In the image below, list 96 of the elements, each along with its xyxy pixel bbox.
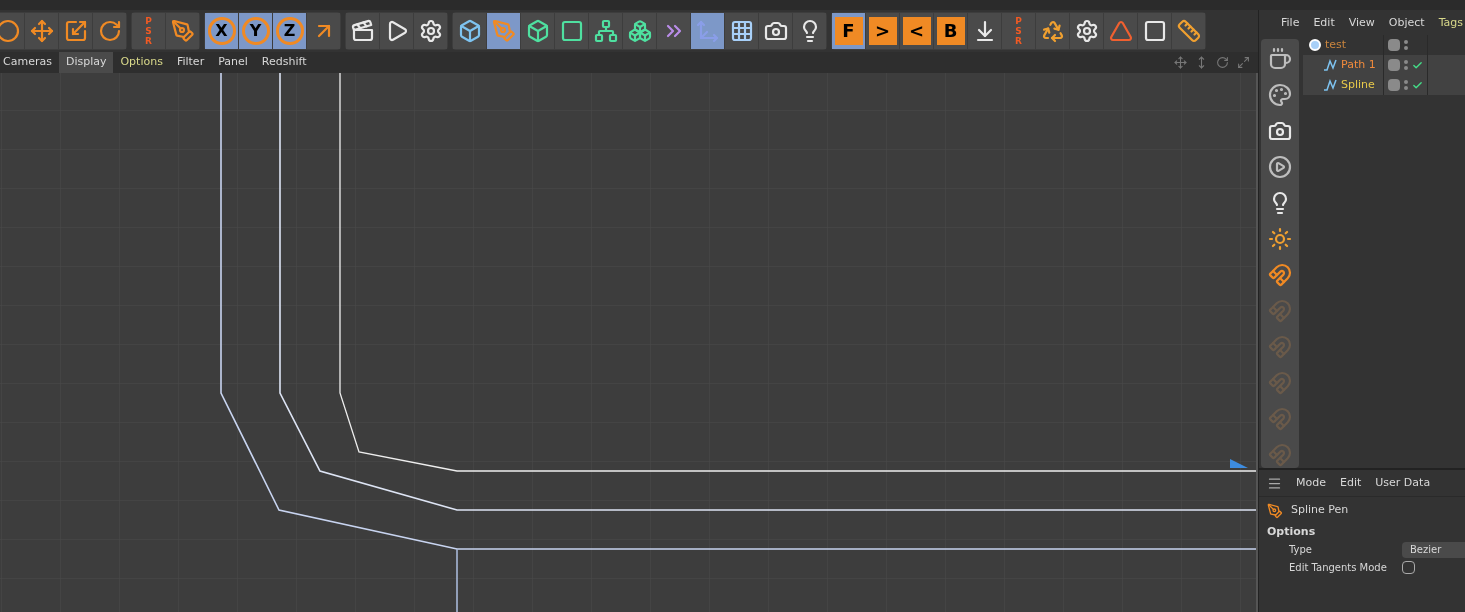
recycle-icon — [1040, 19, 1065, 43]
spline-icon — [1323, 59, 1337, 71]
viewport-menu-item[interactable]: Options — [113, 52, 170, 73]
field-label: Edit Tangents Mode — [1289, 561, 1388, 575]
null-object-icon — [1309, 39, 1321, 51]
menu-icon[interactable] — [1267, 475, 1282, 491]
toolbar-button[interactable] — [968, 13, 1001, 49]
viewport-menu-item[interactable]: Panel — [211, 52, 255, 73]
toolbar-button[interactable]: B — [934, 13, 967, 49]
triangle-icon — [1108, 19, 1133, 43]
edit-toggle-icon[interactable] — [1388, 59, 1400, 71]
toolbar-button[interactable]: < — [900, 13, 933, 49]
viewport-menu-item[interactable]: Cameras — [0, 52, 59, 73]
object-row[interactable]: Path 1 — [1303, 55, 1465, 75]
object-name: test — [1325, 36, 1347, 53]
cube-icon — [457, 19, 482, 43]
menu-item[interactable]: Edit — [1340, 474, 1362, 492]
menu-item[interactable]: File — [1281, 14, 1300, 32]
menu-item[interactable]: Tags — [1438, 14, 1464, 32]
field-label: Type — [1289, 543, 1313, 557]
gear-icon — [1074, 19, 1099, 43]
toolbar-button[interactable] — [793, 13, 826, 49]
clapperboard-icon — [350, 19, 375, 43]
menu-item[interactable]: Edit — [1313, 14, 1335, 32]
toolbar-button[interactable] — [453, 13, 486, 49]
toolbar-button[interactable]: > — [866, 13, 899, 49]
visibility-dots-icon[interactable] — [1404, 80, 1408, 90]
toolbar-button[interactable] — [414, 13, 447, 49]
spline-icon — [1323, 79, 1337, 91]
toolbar-button[interactable] — [1172, 13, 1205, 49]
edit-toggle-icon[interactable] — [1388, 79, 1400, 91]
menu-item[interactable]: Mode — [1296, 474, 1326, 492]
cube-icon — [525, 19, 550, 43]
maximize-icon[interactable] — [1237, 56, 1250, 69]
menu-item[interactable]: Object — [1388, 14, 1425, 32]
sun-icon[interactable] — [1268, 227, 1292, 251]
cubes-icon — [627, 19, 652, 43]
frame-icon — [559, 19, 584, 43]
toolbar-button[interactable]: F — [832, 13, 865, 49]
visibility-dots-icon[interactable] — [1404, 60, 1408, 70]
toolbar-button[interactable] — [380, 13, 413, 49]
toolbar-button[interactable] — [25, 13, 58, 49]
toolbar-button[interactable] — [166, 13, 199, 49]
nodes-icon — [593, 19, 618, 43]
menu-item[interactable]: User Data — [1375, 474, 1431, 492]
toolbar-button[interactable] — [657, 13, 690, 49]
move-icon — [29, 19, 54, 43]
camera-icon — [763, 19, 788, 43]
rotate-view-icon[interactable] — [1216, 56, 1229, 69]
toolbar-button[interactable] — [307, 13, 340, 49]
ruler-icon — [1176, 19, 1201, 43]
viewport-menu-item[interactable]: Filter — [169, 52, 212, 73]
toolbar-button[interactable] — [346, 13, 379, 49]
scale-icon — [63, 19, 88, 43]
viewport-menu-item[interactable]: Redshift — [254, 52, 314, 73]
checkbox[interactable] — [1402, 561, 1415, 574]
tool-name: Spline Pen — [1291, 502, 1349, 519]
palette-icon[interactable] — [1268, 83, 1292, 107]
object-name: Spline — [1341, 76, 1375, 93]
direction-arrow-icon — [1230, 459, 1248, 468]
camera-icon[interactable] — [1268, 119, 1292, 143]
toolbar-button[interactable] — [59, 13, 92, 49]
gear-icon — [418, 19, 443, 43]
rotate-icon — [97, 19, 122, 43]
toolbar-button[interactable] — [1138, 13, 1171, 49]
type-dropdown[interactable]: Bezier — [1402, 541, 1465, 558]
object-name: Path 1 — [1341, 56, 1376, 73]
toolbar-button[interactable] — [759, 13, 792, 49]
pen-icon — [170, 19, 195, 43]
edit-toggle-icon[interactable] — [1388, 39, 1400, 51]
toolbar-button[interactable] — [521, 13, 554, 49]
pan-icon[interactable] — [1174, 56, 1187, 69]
menu-item[interactable]: View — [1348, 14, 1375, 32]
section-heading: Options — [1266, 524, 1317, 540]
toolbar-button[interactable] — [725, 13, 758, 49]
toolbar-button[interactable] — [1036, 13, 1069, 49]
pen-icon — [1267, 502, 1283, 519]
visibility-dots-icon[interactable] — [1404, 40, 1408, 50]
toolbar-button[interactable] — [623, 13, 656, 49]
object-row[interactable]: Spline — [1303, 75, 1465, 95]
toolbar-button[interactable] — [589, 13, 622, 49]
play-icon[interactable] — [1268, 155, 1292, 179]
viewport-menu-item[interactable]: Display — [58, 52, 114, 73]
check-icon[interactable] — [1412, 59, 1423, 71]
toolbar-button[interactable] — [1070, 13, 1103, 49]
toolbar-button[interactable] — [93, 13, 126, 49]
toolbar-button[interactable]: X — [205, 13, 238, 49]
toolbar-button[interactable] — [555, 13, 588, 49]
toolbar-button[interactable] — [0, 13, 24, 49]
toolbar-button[interactable]: Z — [273, 13, 306, 49]
grid-plane-icon — [729, 19, 754, 43]
pen-icon — [491, 19, 516, 43]
cup-icon[interactable] — [1268, 47, 1292, 71]
magnet-icon[interactable] — [1268, 263, 1292, 287]
check-icon[interactable] — [1412, 79, 1423, 91]
toolbar-button[interactable]: Y — [239, 13, 272, 49]
